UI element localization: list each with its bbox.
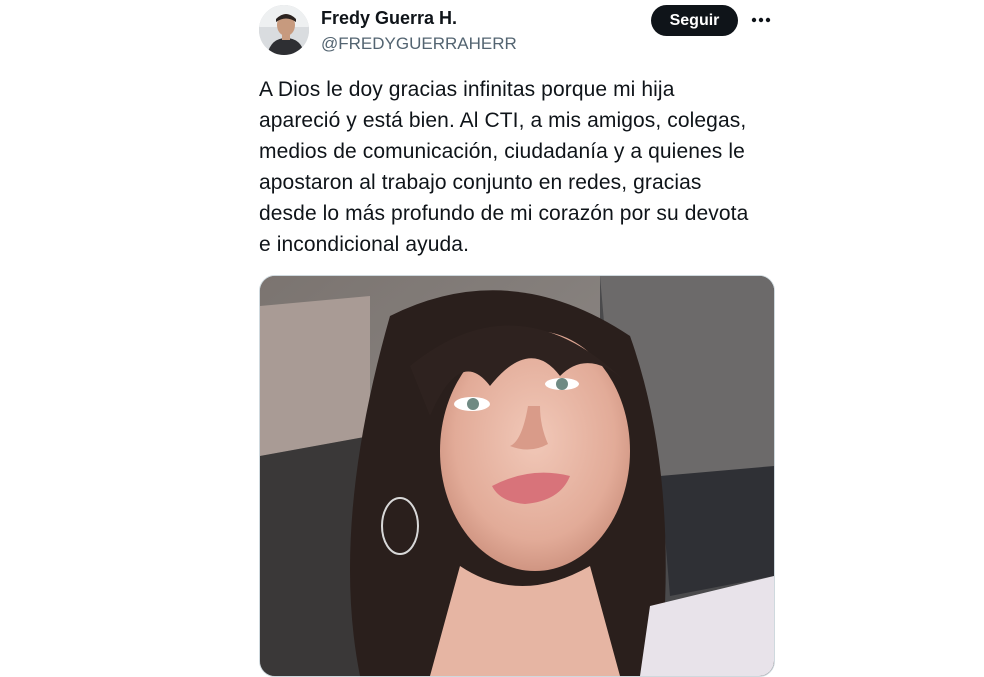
author-handle[interactable]: @FREDYGUERRAHERR <box>321 34 517 54</box>
avatar-photo <box>259 5 309 55</box>
tweet-photo[interactable] <box>259 275 775 677</box>
more-horizontal-icon <box>751 17 771 23</box>
photo-image <box>260 276 774 676</box>
more-options-button[interactable] <box>748 6 774 34</box>
tweet-text: A Dios le doy gracias infinitas porque m… <box>259 78 749 256</box>
avatar[interactable] <box>259 5 309 55</box>
author-name[interactable]: Fredy Guerra H. <box>321 8 457 29</box>
tweet-card: Fredy Guerra H. @FREDYGUERRAHERR Seguir … <box>258 0 775 677</box>
follow-button[interactable]: Seguir <box>651 5 738 36</box>
